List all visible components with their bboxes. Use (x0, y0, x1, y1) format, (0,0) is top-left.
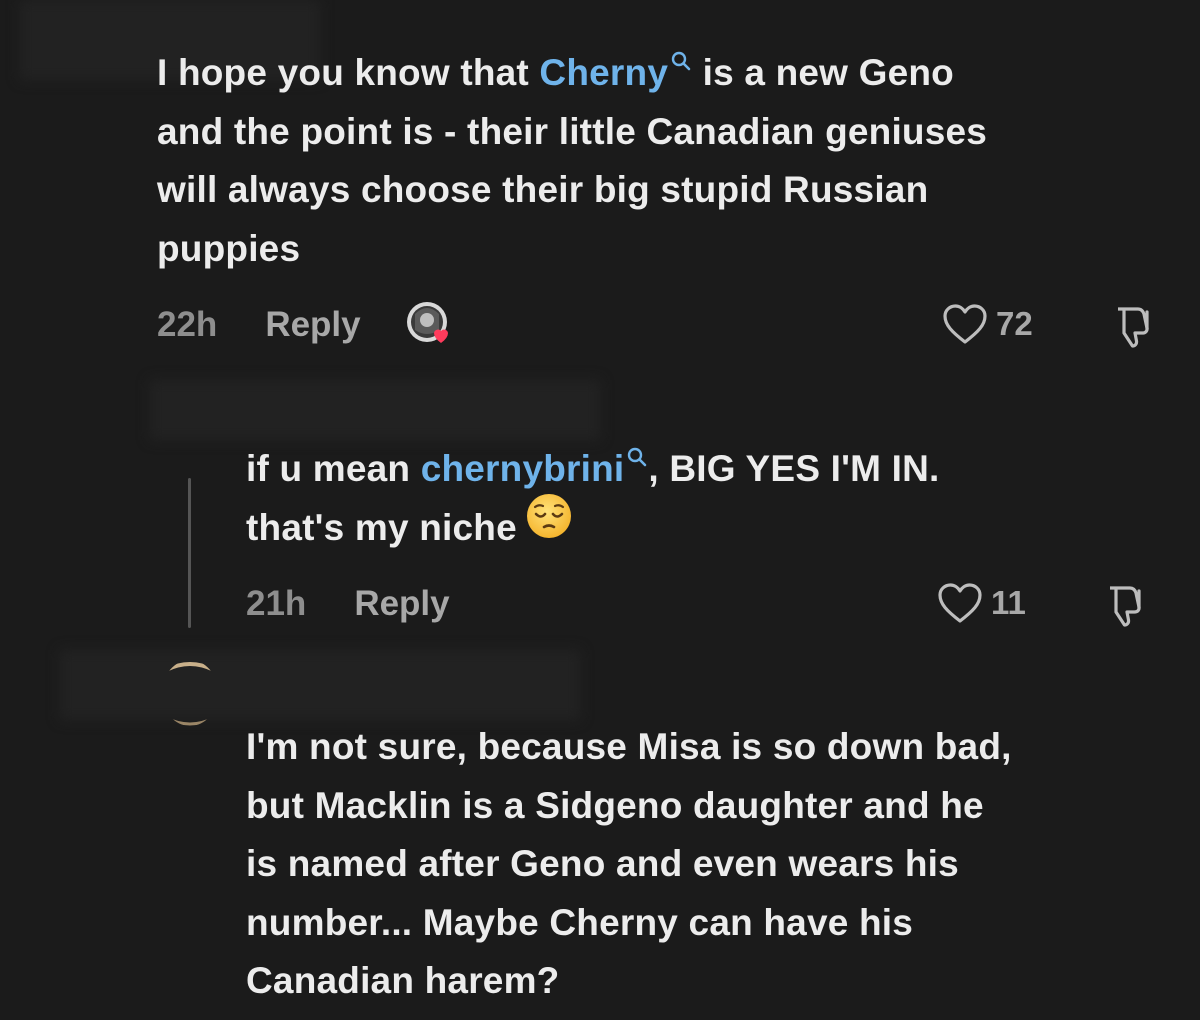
comment-2-meta: 21h Reply (246, 582, 450, 626)
comment-2-like-count: 11 (991, 584, 1026, 621)
avatar[interactable] (162, 660, 218, 726)
comment-1-reply-button[interactable]: Reply (265, 305, 360, 345)
comment-2-reply-button[interactable]: Reply (354, 584, 449, 624)
comment-1-text: I hope you know that Cherny is a new Gen… (157, 44, 987, 278)
comment-1-like-count: 72 (996, 305, 1033, 342)
comment-1-likes: 72 (942, 300, 1033, 348)
creator-liked-avatar-icon (405, 300, 455, 350)
comment-3-text: I'm not sure, because Misa is so down ba… (246, 718, 1012, 1011)
comment-3-line-3: is named after Geno and even wears his (246, 843, 959, 884)
thumbs-down-icon[interactable] (1110, 303, 1158, 351)
redacted-header-3 (60, 650, 580, 720)
pensive-face-emoji (525, 492, 573, 558)
thumbs-down-icon[interactable] (1102, 582, 1150, 630)
heart-outline-icon[interactable] (937, 582, 983, 624)
comment-1-line-3: will always choose their big stupid Russ… (157, 169, 929, 210)
comment-1-line-1: I hope you know that Cherny is a new Gen… (157, 51, 954, 93)
comment-3-line-5: Canadian harem? (246, 960, 560, 1001)
search-icon (628, 447, 647, 467)
comment-2-text: if u mean chernybrini, BIG YES I'M IN. t… (246, 440, 940, 557)
comment-2-time: 21h (246, 584, 307, 623)
heart-outline-icon[interactable] (942, 303, 988, 345)
comment-2-line-1: if u mean chernybrini, BIG YES I'M IN. (246, 447, 940, 489)
redacted-header-2 (150, 380, 600, 440)
mention-cherny[interactable]: Cherny (539, 51, 692, 93)
comment-1-line-2: and the point is - their little Canadian… (157, 110, 988, 152)
comment-2-line-2: that's my niche (246, 493, 940, 558)
reply-thread-line (188, 478, 191, 628)
mention-chernybrini[interactable]: chernybrini (421, 447, 649, 489)
comment-1-time: 22h (157, 305, 218, 344)
comment-3-line-1: I'm not sure, because Misa is so down ba… (246, 726, 1012, 767)
comment-3-line-4: number... Maybe Cherny can have his (246, 901, 914, 943)
comment-1-meta: 22h Reply (157, 300, 455, 350)
comment-3-line-2: but Macklin is a Sidgeno daughter and he (246, 784, 984, 826)
comment-1-line-4: puppies (157, 227, 301, 269)
comment-2-likes: 11 (937, 579, 1026, 627)
search-icon (671, 51, 691, 71)
